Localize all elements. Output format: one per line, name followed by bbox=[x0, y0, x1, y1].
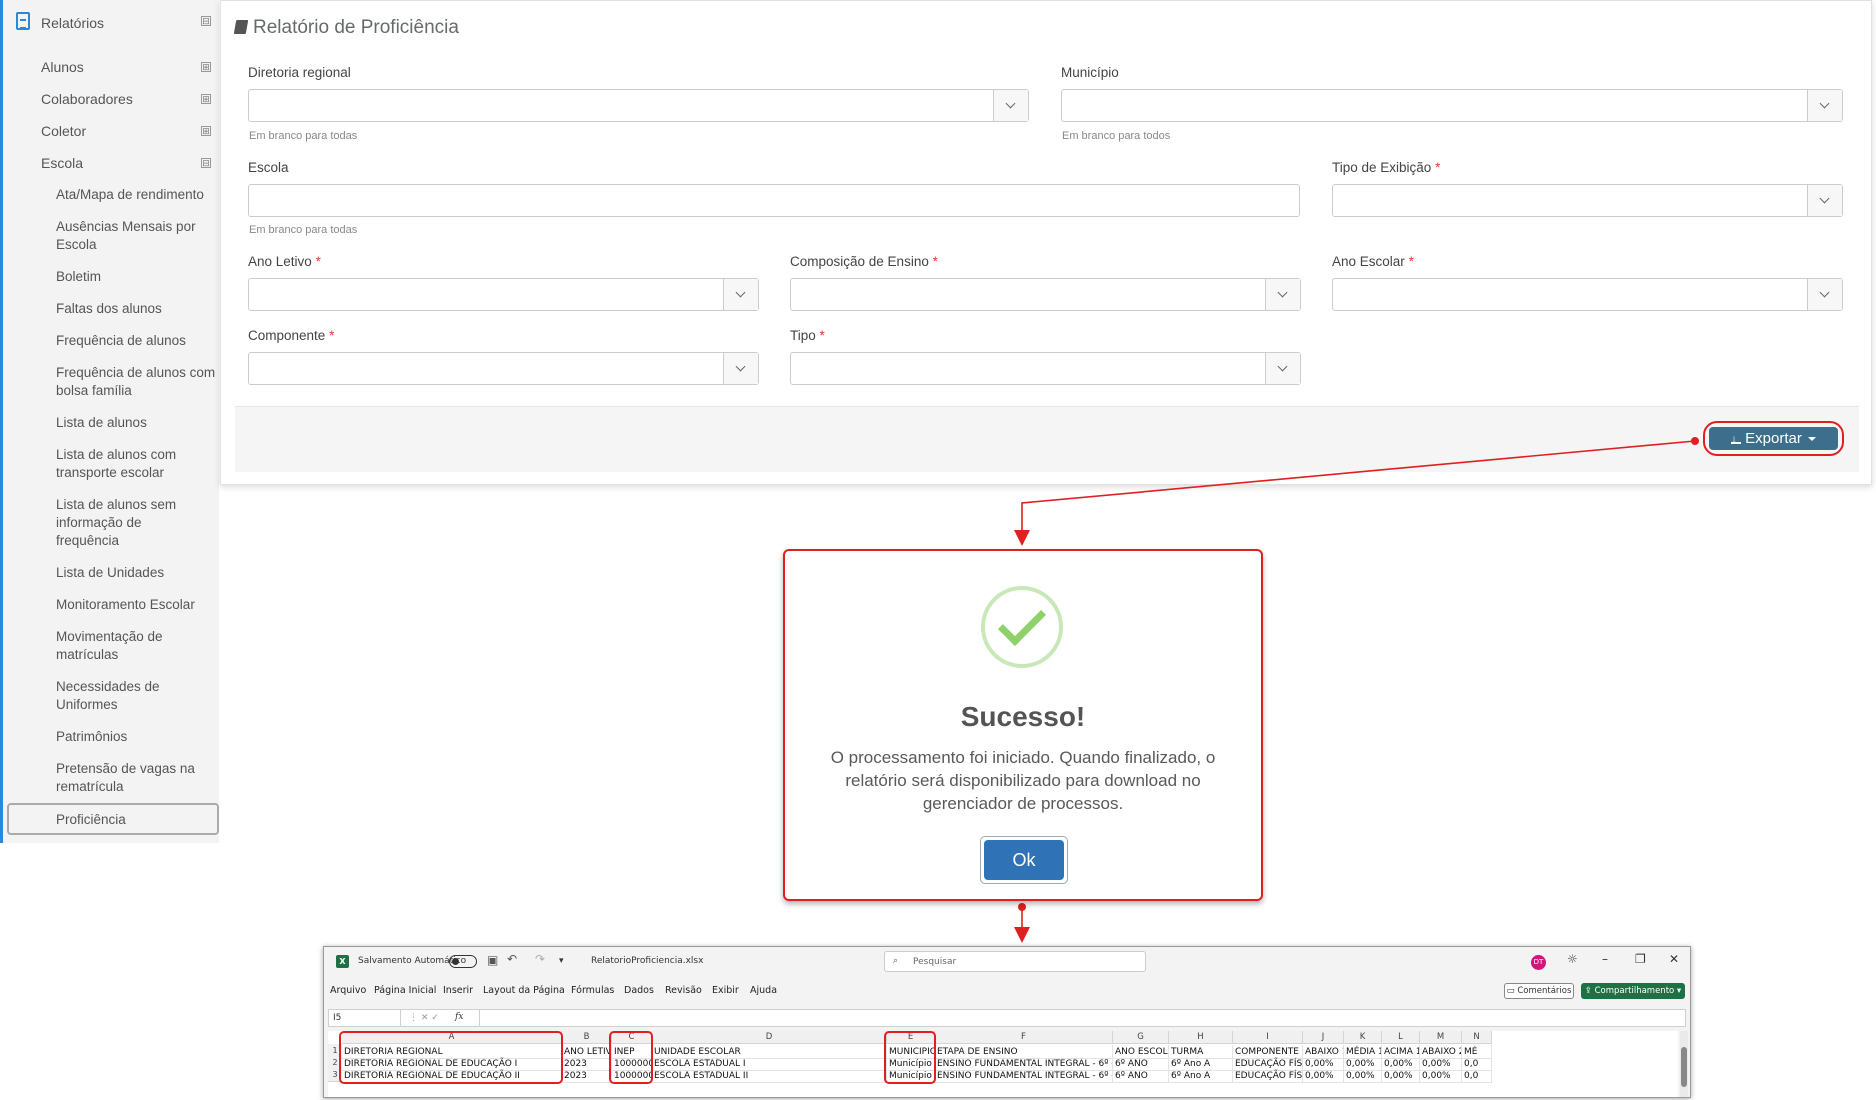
column-header[interactable]: L bbox=[1382, 1031, 1420, 1044]
comments-label: Comentários bbox=[1517, 986, 1572, 996]
menu-pagina-inicial[interactable]: Página Inicial bbox=[374, 985, 436, 996]
minimize-icon[interactable]: – bbox=[1602, 952, 1608, 966]
ok-button[interactable]: Ok bbox=[984, 840, 1064, 880]
table-cell[interactable]: 0,00% bbox=[1344, 1069, 1382, 1083]
search-input[interactable]: ⌕ Pesquisar bbox=[884, 951, 1146, 972]
success-check-icon bbox=[981, 586, 1063, 668]
filename[interactable]: RelatorioProficiencia.xlsx bbox=[591, 956, 703, 966]
table-cell[interactable]: 0,00% bbox=[1382, 1069, 1420, 1083]
column-highlight bbox=[609, 1031, 653, 1084]
column-header[interactable]: M bbox=[1420, 1031, 1462, 1044]
column-header[interactable]: N bbox=[1462, 1031, 1492, 1044]
formula-input[interactable] bbox=[479, 1010, 1679, 1026]
table-cell[interactable]: 0,0 bbox=[1462, 1069, 1492, 1083]
ok-button-focus-ring: Ok bbox=[980, 836, 1068, 884]
excel-titlebar: X Salvamento Automático ▣ ↶ ↷ ▾ Relatori… bbox=[324, 947, 1690, 975]
table-cell[interactable]: 6º Ano A bbox=[1169, 1069, 1233, 1083]
menu-revisao[interactable]: Revisão bbox=[665, 985, 702, 996]
menu-ajuda[interactable]: Ajuda bbox=[750, 985, 777, 996]
table-cell[interactable]: 0,00% bbox=[1303, 1069, 1344, 1083]
column-header[interactable]: F bbox=[935, 1031, 1113, 1044]
autosave-toggle[interactable] bbox=[449, 955, 477, 968]
table-cell[interactable]: EDUCAÇÃO FÍSICA bbox=[1233, 1069, 1303, 1083]
menu-exibir[interactable]: Exibir bbox=[712, 985, 739, 996]
column-header[interactable]: B bbox=[562, 1031, 612, 1044]
menu-inserir[interactable]: Inserir bbox=[443, 985, 473, 996]
dialog-message: O processamento foi iniciado. Quando fin… bbox=[830, 748, 1216, 813]
column-highlight bbox=[339, 1031, 563, 1084]
comment-icon: ▭ bbox=[1506, 986, 1518, 996]
column-highlight bbox=[884, 1031, 936, 1084]
table-cell[interactable]: 6º ANO bbox=[1113, 1069, 1169, 1083]
share-icon: ⇪ bbox=[1584, 986, 1595, 996]
spreadsheet-grid[interactable]: A B C D E F G H I J K L M N 1 DIRETORIA REGIONAL ANO LET… bbox=[328, 1031, 1678, 1097]
restore-icon[interactable]: ❐ bbox=[1635, 952, 1646, 966]
table-cell[interactable]: 0,00% bbox=[1420, 1069, 1462, 1083]
menu-formulas[interactable]: Fórmulas bbox=[571, 985, 614, 996]
cancel-check-icons: ⋮ ✕ ✓ bbox=[409, 1013, 439, 1023]
dialog-title: Sucesso! bbox=[960, 701, 1086, 732]
search-placeholder: Pesquisar bbox=[913, 957, 957, 967]
share-button[interactable]: ⇪ Compartilhamento ▾ bbox=[1581, 983, 1685, 999]
column-header[interactable]: K bbox=[1344, 1031, 1382, 1044]
vertical-scrollbar[interactable] bbox=[1680, 1031, 1688, 1097]
excel-window: X Salvamento Automático ▣ ↶ ↷ ▾ Relatori… bbox=[323, 946, 1691, 1098]
column-header[interactable]: H bbox=[1169, 1031, 1233, 1044]
lightbulb-icon[interactable]: ☼ bbox=[1567, 952, 1578, 966]
save-icon[interactable]: ▣ bbox=[487, 953, 498, 967]
column-header[interactable]: J bbox=[1303, 1031, 1344, 1044]
column-header[interactable]: G bbox=[1113, 1031, 1169, 1044]
comments-button[interactable]: ▭ Comentários bbox=[1504, 983, 1574, 999]
table-cell[interactable]: 2023 bbox=[562, 1069, 612, 1083]
menu-layout[interactable]: Layout da Página bbox=[483, 985, 565, 996]
table-cell[interactable]: ESCOLA ESTADUAL II bbox=[652, 1069, 887, 1083]
connector-line bbox=[1014, 440, 1696, 546]
close-icon[interactable]: ✕ bbox=[1669, 952, 1679, 966]
avatar[interactable]: DT bbox=[1531, 955, 1546, 970]
redo-icon[interactable]: ↷ bbox=[535, 952, 545, 966]
check-mark bbox=[997, 597, 1047, 647]
fx-icon[interactable]: fx bbox=[455, 1012, 463, 1022]
undo-icon[interactable]: ↶ bbox=[507, 952, 517, 966]
excel-logo-icon: X bbox=[336, 955, 349, 968]
column-header[interactable]: I bbox=[1233, 1031, 1303, 1044]
column-header[interactable]: D bbox=[652, 1031, 887, 1044]
success-dialog: Sucesso! O processamento foi iniciado. Q… bbox=[783, 549, 1263, 901]
table-cell[interactable]: ENSINO FUNDAMENTAL INTEGRAL - 6º - 9º AN… bbox=[935, 1069, 1113, 1083]
search-icon: ⌕ bbox=[893, 956, 899, 966]
menu-dados[interactable]: Dados bbox=[624, 985, 654, 996]
share-label: Compartilhamento bbox=[1594, 986, 1675, 996]
menu-arquivo[interactable]: Arquivo bbox=[330, 985, 366, 996]
formula-bar: I5 ⋮ ✕ ✓ fx bbox=[328, 1009, 1686, 1027]
name-box[interactable]: I5 bbox=[329, 1010, 401, 1026]
customize-toolbar-icon[interactable]: ▾ bbox=[559, 956, 564, 966]
